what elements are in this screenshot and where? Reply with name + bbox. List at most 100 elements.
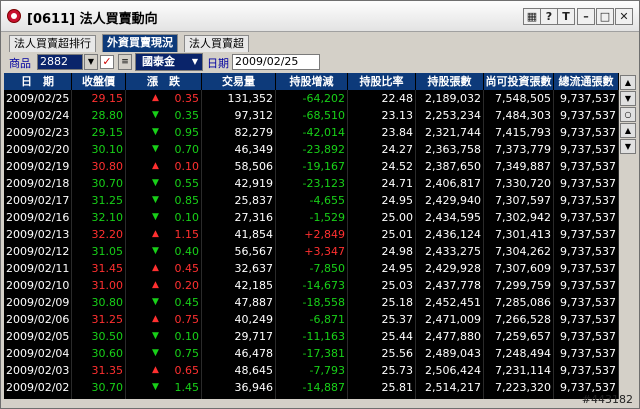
tab-ranking[interactable]: 法人買賣超排行 [9, 35, 96, 52]
page-up-button[interactable]: ▲ [620, 123, 636, 138]
up-arrow-icon: ▲ [152, 280, 159, 290]
holding-change-cell: -64,202 [276, 90, 348, 107]
filter-bar: 商品 2882 ▼ ✓ ≡ 國泰金 ▼ 日期 2009/02/25 [1, 52, 639, 73]
table-row[interactable]: 2009/02/09 30.80 ▼ 0.45 47,887 -18,558 25.18 2,… [4, 294, 619, 311]
col-investable-header[interactable]: 尚可投資張數 [484, 73, 554, 90]
total-shares-cell: 9,737,537 [554, 294, 619, 311]
table-row[interactable]: 2009/02/11 31.45 ▲ 0.45 32,637 -7,850 24.95 2,4… [4, 260, 619, 277]
table-row[interactable]: 2009/02/20 30.10 ▼ 0.70 46,349 -23,892 24.27 2,… [4, 141, 619, 158]
volume-cell: 47,887 [202, 294, 276, 311]
link-checkbox[interactable]: ✓ [100, 55, 114, 69]
close-button[interactable]: ✕ [615, 8, 633, 25]
stock-name-select[interactable]: 國泰金 ▼ [135, 53, 203, 71]
volume-cell: 27,316 [202, 209, 276, 226]
change-cell: ▼ 0.45 [126, 294, 202, 311]
holding-ratio-cell: 25.73 [348, 362, 416, 379]
close-price-cell: 29.15 [72, 90, 126, 107]
holding-ratio-cell: 25.01 [348, 226, 416, 243]
table-row[interactable]: 2009/02/16 32.10 ▼ 0.10 27,316 -1,529 25.00 2,4… [4, 209, 619, 226]
investable-shares-cell: 7,415,793 [484, 124, 554, 141]
table-row[interactable]: 2009/02/18 30.70 ▼ 0.55 42,919 -23,123 24.71 2,… [4, 175, 619, 192]
total-shares-cell: 9,737,537 [554, 328, 619, 345]
close-price-cell: 30.50 [72, 328, 126, 345]
col-holding-ratio-header[interactable]: 持股比率 [348, 73, 416, 90]
table-row[interactable]: 2009/02/10 31.00 ▲ 0.20 42,185 -14,673 25.03 2,… [4, 277, 619, 294]
col-holding-change-header[interactable]: 持股增減 [276, 73, 348, 90]
table-row[interactable]: 2009/02/13 32.20 ▲ 1.15 41,854 +2,849 25.01 2,4… [4, 226, 619, 243]
tab-net-buy-sell[interactable]: 法人買賣超 [184, 35, 249, 52]
table-row[interactable]: 2009/02/17 31.25 ▼ 0.85 25,837 -4,655 24.95 2,4… [4, 192, 619, 209]
holding-ratio-cell: 24.27 [348, 141, 416, 158]
change-cell: ▲ 0.20 [126, 277, 202, 294]
holding-ratio-cell: 25.00 [348, 209, 416, 226]
table-row[interactable]: 2009/02/24 28.80 ▼ 0.35 97,312 -68,510 23.13 2,… [4, 107, 619, 124]
close-price-cell: 30.60 [72, 345, 126, 362]
down-arrow-icon: ▼ [152, 195, 159, 205]
help-button[interactable]: ? [540, 8, 558, 25]
table-row[interactable]: 2009/02/25 29.15 ▲ 0.35 131,352 -64,202 22.48 2… [4, 90, 619, 107]
date-cell: 2009/02/02 [4, 379, 72, 396]
table-row[interactable]: 2009/02/12 31.05 ▼ 0.40 56,567 +3,347 24.98 2,4… [4, 243, 619, 260]
up-arrow-icon: ▲ [152, 161, 159, 171]
date-cell: 2009/02/19 [4, 158, 72, 175]
window-title: [0611] 法人買賣動向 [27, 12, 158, 27]
close-price-cell: 30.80 [72, 158, 126, 175]
scroll-down-button[interactable]: ▼ [620, 91, 636, 106]
col-volume-header[interactable]: 交易量 [202, 73, 276, 90]
holding-ratio-cell: 24.98 [348, 243, 416, 260]
volume-cell: 97,312 [202, 107, 276, 124]
investable-shares-cell: 7,208,433 [484, 396, 554, 399]
maximize-button[interactable]: □ [596, 8, 614, 25]
volume-cell: 41,854 [202, 226, 276, 243]
table-row[interactable]: 2009/02/05 30.50 ▼ 0.10 29,717 -11,163 25.44 2,… [4, 328, 619, 345]
investable-shares-cell: 7,349,887 [484, 158, 554, 175]
scroll-thumb[interactable]: ○ [620, 107, 636, 122]
col-change-header[interactable]: 漲 跌 [126, 73, 202, 90]
holding-ratio-cell: 22.48 [348, 90, 416, 107]
restore-layout-button[interactable]: ▦ [523, 8, 541, 25]
minimize-button[interactable]: – [577, 8, 595, 25]
scroll-up-button[interactable]: ▲ [620, 75, 636, 90]
table-row[interactable]: 2009/02/06 31.25 ▲ 0.75 40,249 -6,871 25.37 2,4… [4, 311, 619, 328]
change-value: 0.35 [174, 92, 200, 105]
topmost-button[interactable]: T [557, 8, 575, 25]
vertical-scrollbar[interactable]: ▲ ▼ ○ ▲ ▼ [619, 73, 637, 397]
date-cell: 2009/02/23 [4, 124, 72, 141]
volume-cell: 48,645 [202, 362, 276, 379]
change-cell: ▲ 0.10 [126, 158, 202, 175]
shares-held-cell: 2,436,124 [416, 226, 484, 243]
holding-change-cell: -23,892 [276, 141, 348, 158]
col-shares-held-header[interactable]: 持股張數 [416, 73, 484, 90]
holding-ratio-cell: 25.03 [348, 277, 416, 294]
shares-held-cell: 2,429,928 [416, 260, 484, 277]
table-row[interactable]: 2009/02/19 30.80 ▲ 0.10 58,506 -19,167 24.52 2,… [4, 158, 619, 175]
down-arrow-icon: ▼ [152, 331, 159, 341]
product-dropdown-button[interactable]: ▼ [84, 54, 98, 70]
product-code-input[interactable]: 2882 [37, 54, 83, 70]
page-down-button[interactable]: ▼ [620, 139, 636, 154]
down-arrow-icon: ▼ [152, 110, 159, 120]
change-cell: ▲ 0.45 [126, 260, 202, 277]
total-shares-cell: 9,737,537 [554, 141, 619, 158]
chevron-down-icon: ▼ [189, 55, 201, 69]
close-price-cell: 29.15 [72, 124, 126, 141]
col-total-shares-header[interactable]: 總流通張數 [554, 73, 619, 90]
table-row[interactable]: 2009/02/03 31.35 ▲ 0.65 48,645 -7,793 25.73 2,5… [4, 362, 619, 379]
date-input[interactable]: 2009/02/25 [232, 54, 320, 70]
holding-change-cell: -6,871 [276, 311, 348, 328]
holding-ratio-cell: 25.97 [348, 396, 416, 399]
stock-picker-icon[interactable]: ≡ [118, 54, 132, 70]
tab-foreign-status[interactable]: 外資買賣現況 [102, 34, 178, 52]
shares-held-cell: 2,433,275 [416, 243, 484, 260]
holding-change-cell: -11,163 [276, 328, 348, 345]
col-close-header[interactable]: 收盤價 [72, 73, 126, 90]
col-date-header[interactable]: 日 期 [4, 73, 72, 90]
change-value: 0.35 [174, 109, 200, 122]
change-value: 0.55 [174, 177, 200, 190]
table-row[interactable]: 2009/01/2132.15 ▼ 0.6536,029-15,43225.972,… [4, 396, 619, 399]
change-value: 0.40 [174, 245, 200, 258]
table-row[interactable]: 2009/02/02 30.70 ▼ 1.45 36,946 -14,887 25.81 2,… [4, 379, 619, 396]
table-row[interactable]: 2009/02/04 30.60 ▼ 0.75 46,478 -17,381 25.56 2,… [4, 345, 619, 362]
down-arrow-icon: ▼ [152, 348, 159, 358]
table-row[interactable]: 2009/02/23 29.15 ▼ 0.95 82,279 -42,014 23.84 2,… [4, 124, 619, 141]
